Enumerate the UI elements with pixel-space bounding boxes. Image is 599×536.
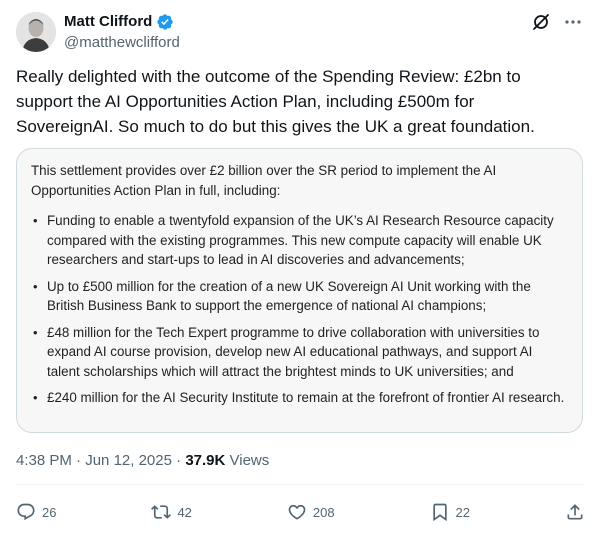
meta-separator: · [71,452,86,469]
tweet-time[interactable]: 4:38 PM [16,452,72,469]
bookmark-button[interactable]: 22 [430,502,470,522]
repost-count: 42 [177,504,192,520]
action-bar: 26 42 208 22 [16,499,585,525]
like-button[interactable]: 208 [287,502,335,522]
bookmark-count: 22 [455,504,471,520]
like-count: 208 [312,504,335,520]
reply-button[interactable]: 26 [16,502,56,522]
card-content: This settlement provides over £2 billion… [17,149,582,408]
tweet-text: Really delighted with the outcome of the… [16,67,535,136]
reply-count: 26 [42,504,57,520]
author-name-row: Matt Clifford [64,12,174,32]
card-bullet: Up to £500 million for the creation of a… [31,277,568,316]
attached-image-card[interactable]: This settlement provides over £2 billion… [16,148,583,433]
divider [16,484,583,485]
like-icon [288,504,306,520]
tweet: Matt Clifford @matthewclifford Really de… [0,0,599,536]
meta-separator: · [171,452,186,469]
tweet-meta: 4:38 PM · Jun 12, 2025 · 37.9K Views [16,451,269,471]
views-label: Views [225,452,270,469]
more-icon[interactable] [563,12,583,32]
card-bullet-list: Funding to enable a twentyfold expansion… [31,211,568,408]
share-icon [567,504,583,520]
card-intro: This settlement provides over £2 billion… [31,163,497,198]
top-icons [531,12,583,32]
tweet-date[interactable]: Jun 12, 2025 [85,452,172,469]
card-bullet: £48 million for the Tech Expert programm… [31,323,568,382]
avatar-image [16,12,56,52]
grok-icon[interactable] [531,12,551,32]
author-display-name[interactable]: Matt Clifford [64,12,152,32]
reply-icon [17,503,35,521]
card-bullet: £240 million for the AI Security Institu… [31,388,568,408]
author-handle[interactable]: @matthewclifford [64,33,180,53]
repost-icon [151,505,172,519]
bookmark-icon [432,503,447,522]
verified-badge-icon [156,13,174,31]
share-button[interactable] [565,502,585,522]
card-bullet: Funding to enable a twentyfold expansion… [31,211,568,270]
views-count: 37.9K [185,452,226,469]
repost-button[interactable]: 42 [151,502,192,522]
avatar[interactable] [16,12,56,52]
